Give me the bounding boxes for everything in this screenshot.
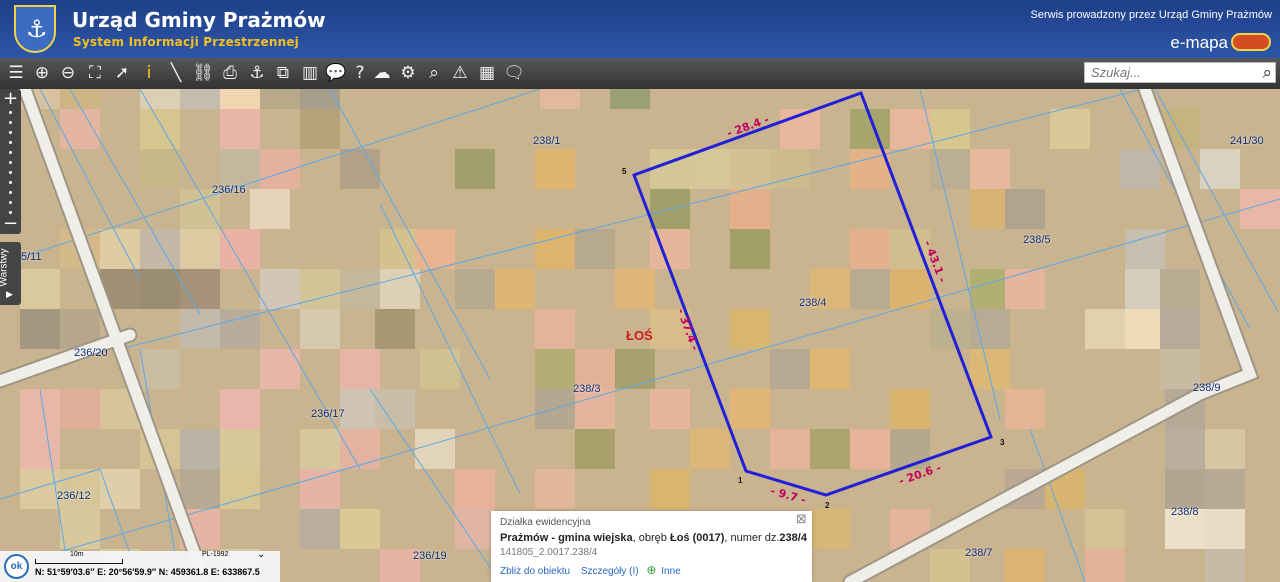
zoom-level-step[interactable] <box>9 181 12 184</box>
settings-icon[interactable]: ⚙ <box>397 62 419 84</box>
parcel-info-popup: Działka ewidencyjna ⊠ Prażmów - gmina wi… <box>491 511 812 582</box>
parcel-identifier: 141805_2.0017.238/4 <box>500 547 598 558</box>
popup-links: Zbliż do obiektu Szczegóły (I) ⊕ Inne <box>500 563 681 577</box>
ok-button[interactable]: ok <box>4 554 29 579</box>
details-link[interactable]: Szczegóły (I) <box>581 566 639 577</box>
crs-select[interactable]: PL-1992 <box>202 551 228 558</box>
search-input[interactable] <box>1091 64 1251 81</box>
app-subtitle: System Informacji Przestrzennej <box>73 35 299 49</box>
app-header: ⚓ Urząd Gminy Prażmów System Informacji … <box>0 0 1280 58</box>
other-link[interactable]: Inne <box>661 566 680 577</box>
parcel-label: 236/17 <box>311 408 345 420</box>
warning-icon[interactable]: ⚠ <box>449 62 471 84</box>
parcel-number: 238/4 <box>779 532 807 544</box>
expand-arrow-icon: ▶ <box>6 290 13 300</box>
obreb-text: , obręb <box>632 532 670 544</box>
zoom-level-step[interactable] <box>9 191 12 194</box>
municipality-crest-icon: ⚓ <box>14 5 56 53</box>
measure-distance-icon[interactable]: ╲ <box>165 62 187 84</box>
zoom-out-button[interactable]: − <box>3 215 18 233</box>
chat-icon[interactable]: 🗨 <box>503 62 525 84</box>
zoom-level-step[interactable] <box>9 201 12 204</box>
parcel-label: 5/11 <box>21 251 42 263</box>
scale-label: 10m <box>70 551 84 558</box>
parcel-description: Prażmów - gmina wiejska, obręb Łoś (0017… <box>500 532 807 544</box>
measure-area-icon[interactable]: ⛓ <box>192 62 214 84</box>
vertex-label: 1 <box>738 476 743 485</box>
village-label: ŁOŚ <box>626 328 653 343</box>
layers-panel-toggle[interactable]: Warstwy ▶ <box>0 242 21 305</box>
zoom-level-step[interactable] <box>9 141 12 144</box>
layers-label: Warstwy <box>0 248 10 287</box>
color-grid-icon[interactable]: ▦ <box>476 62 498 84</box>
zoom-level-step[interactable] <box>9 131 12 134</box>
parcel-label: 238/8 <box>1171 506 1199 518</box>
commune-name: Prażmów - gmina wiejska <box>500 532 633 544</box>
parcel-label: 238/7 <box>965 547 993 559</box>
zoom-in-icon[interactable]: ⊕ <box>31 62 53 84</box>
popup-title: Działka ewidencyjna <box>500 517 591 528</box>
copy-icon[interactable]: ⧉ <box>272 62 294 84</box>
help-icon[interactable]: ? <box>349 62 371 84</box>
zoom-level-step[interactable] <box>9 171 12 174</box>
anchor-icon[interactable]: ⚓ <box>246 62 268 84</box>
search-icon[interactable]: ⌕ <box>1262 63 1272 83</box>
vertex-label: 2 <box>825 501 830 510</box>
vertex-label: 5 <box>622 167 627 176</box>
info-icon[interactable]: i <box>138 62 160 84</box>
parcel-number-text: , numer dz. <box>724 532 780 544</box>
parcel-label: 238/9 <box>1193 382 1221 394</box>
map-view[interactable]: 238/1 236/16 5/11 236/20 236/17 236/12 2… <box>0 89 1280 582</box>
parcel-label: 241/30 <box>1230 135 1264 147</box>
parcel-label: 236/16 <box>212 184 246 196</box>
service-provider-text: Serwis prowadzony przez Urząd Gminy Praż… <box>1030 9 1272 21</box>
emapa-brand: e-mapa <box>1170 33 1228 52</box>
print-icon[interactable]: ⎙ <box>219 62 241 84</box>
zoom-level-step[interactable] <box>9 121 12 124</box>
obreb-name: Łoś (0017) <box>669 532 725 544</box>
emapa-logo-icon <box>1231 33 1271 51</box>
zoom-level-step[interactable] <box>9 111 12 114</box>
app-title: Urząd Gminy Prażmów <box>72 8 326 32</box>
parcel-label: 236/20 <box>74 347 108 359</box>
zoom-control: + − <box>0 89 21 234</box>
comment-icon[interactable]: 💬 <box>325 62 347 84</box>
zoom-out-icon[interactable]: ⊖ <box>57 62 79 84</box>
parcel-label: 236/19 <box>413 550 447 562</box>
zoom-level-step[interactable] <box>9 161 12 164</box>
parcel-label: 238/3 <box>573 383 601 395</box>
zoom-to-object-link[interactable]: Zbliż do obiektu <box>500 566 570 577</box>
coordinate-status-bar: ok 10m PL-1992 ⌄ N: 51°59′03.6″ E: 20°56… <box>0 549 280 582</box>
pointer-icon[interactable]: ➚ <box>111 62 133 84</box>
parcel-label: 238/4 <box>799 297 827 309</box>
search-box[interactable]: ⌕ <box>1084 62 1276 83</box>
full-extent-icon[interactable]: ⛶ <box>84 62 106 84</box>
scale-bar <box>35 559 123 564</box>
vertex-label: 3 <box>1000 438 1005 447</box>
cloud-download-icon[interactable]: ☁ <box>371 62 393 84</box>
search-zoom-icon[interactable]: ⌕ <box>423 62 445 84</box>
close-icon[interactable]: ⊠ <box>796 513 807 526</box>
parcel-label: 236/12 <box>57 490 91 502</box>
layout-icon[interactable]: ▥ <box>299 62 321 84</box>
parcel-label: 238/1 <box>533 135 561 147</box>
parcel-label: 238/5 <box>1023 234 1051 246</box>
cursor-coordinates: N: 51°59′03.6″ E: 20°56′59.9″ N: 459361.… <box>35 567 260 577</box>
zoom-level-step[interactable] <box>9 151 12 154</box>
chevron-down-icon[interactable]: ⌄ <box>257 549 265 560</box>
layers-icon[interactable]: ☰ <box>5 62 27 84</box>
zoom-in-button[interactable]: + <box>3 90 18 108</box>
plus-circle-icon[interactable]: ⊕ <box>646 563 656 577</box>
